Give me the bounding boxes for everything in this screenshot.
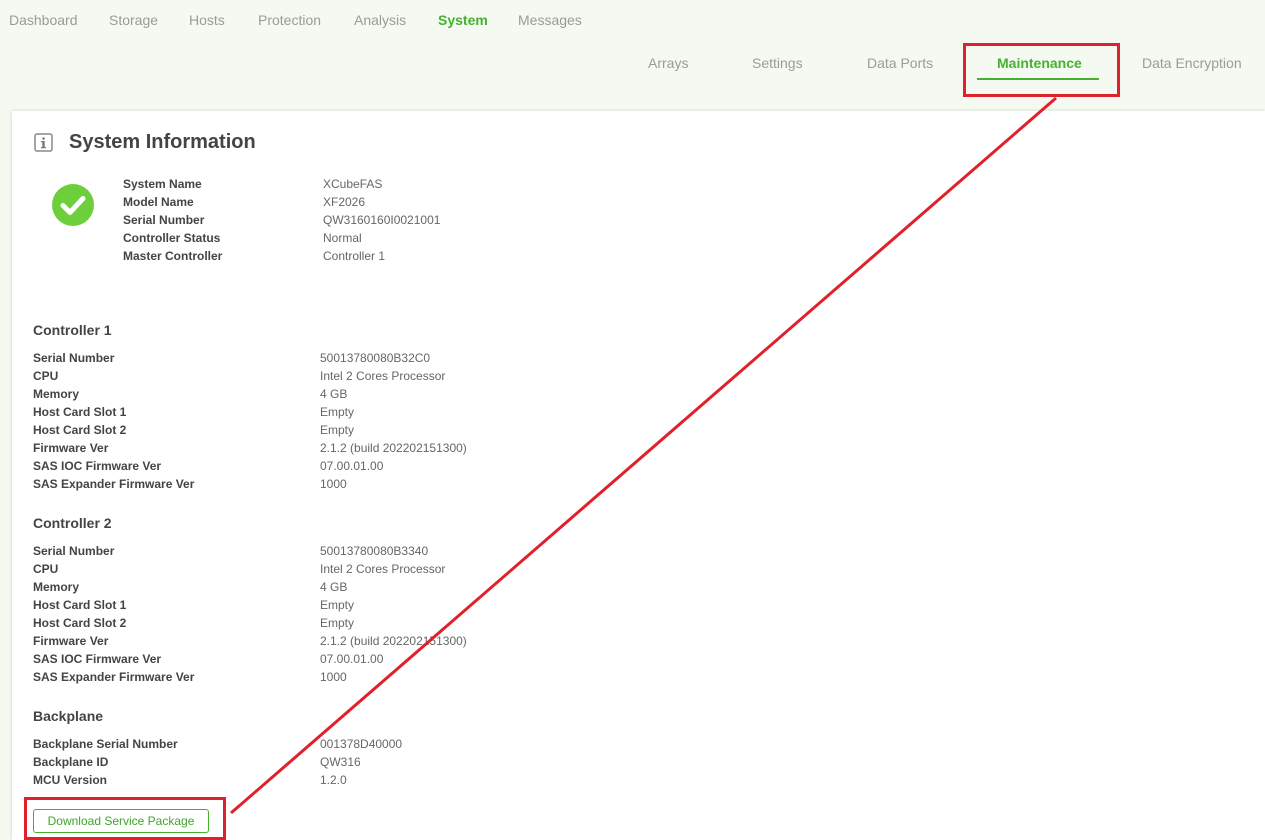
c1-slot1-label: Host Card Slot 1 [33,405,127,419]
c2-firmware-label: Firmware Ver [33,634,109,648]
system-name-value: XCubeFAS [323,177,383,191]
backplane-id-value: QW316 [320,755,361,769]
serial-number-label: Serial Number [123,213,205,227]
mcu-version-label: MCU Version [33,773,108,787]
page: Dashboard Storage Hosts Protection Analy… [0,0,1265,840]
tab-arrays[interactable]: Arrays [648,55,688,71]
c2-sas-expander-value: 1000 [320,670,347,684]
c1-firmware-value: 2.1.2 (build 202202151300) [320,441,467,455]
c2-sas-expander-label: SAS Expander Firmware Ver [33,670,195,684]
c1-sas-ioc-label: SAS IOC Firmware Ver [33,459,162,473]
mcu-version-value: 1.2.0 [320,773,347,787]
c1-memory-label: Memory [33,387,80,401]
tab-settings[interactable]: Settings [752,55,803,71]
c1-sas-ioc-value: 07.00.01.00 [320,459,384,473]
model-name-label: Model Name [123,195,194,209]
c2-slot2-label: Host Card Slot 2 [33,616,127,630]
c1-serial-value: 50013780080B32C0 [320,351,431,365]
c2-slot2-value: Empty [320,616,355,630]
c2-slot1-label: Host Card Slot 1 [33,598,127,612]
c1-sas-expander-label: SAS Expander Firmware Ver [33,477,195,491]
c2-sas-ioc-label: SAS IOC Firmware Ver [33,652,162,666]
c1-cpu-value: Intel 2 Cores Processor [320,369,446,383]
c1-cpu-label: CPU [33,369,59,383]
c1-slot2-label: Host Card Slot 2 [33,423,127,437]
c1-slot2-value: Empty [320,423,355,437]
nav-storage[interactable]: Storage [109,12,158,28]
c2-firmware-value: 2.1.2 (build 202202151300) [320,634,467,648]
nav-hosts[interactable]: Hosts [189,12,225,28]
controller2-title: Controller 2 [33,515,112,531]
backplane-id-label: Backplane ID [33,755,109,769]
check-circle-icon [52,184,94,226]
controller-status-value: Normal [323,231,362,245]
c1-sas-expander-value: 1000 [320,477,347,491]
c1-firmware-label: Firmware Ver [33,441,109,455]
nav-dashboard[interactable]: Dashboard [9,12,78,28]
c1-memory-value: 4 GB [320,387,348,401]
c2-cpu-label: CPU [33,562,59,576]
nav-protection[interactable]: Protection [258,12,321,28]
c2-cpu-value: Intel 2 Cores Processor [320,562,446,576]
model-name-value: XF2026 [323,195,366,209]
backplane-serial-value: 001378D40000 [320,737,403,751]
c2-memory-value: 4 GB [320,580,348,594]
tab-data-ports[interactable]: Data Ports [867,55,933,71]
c2-memory-label: Memory [33,580,80,594]
nav-system[interactable]: System [438,12,488,28]
serial-number-value: QW3160160I0021001 [323,213,441,227]
backplane-serial-label: Backplane Serial Number [33,737,178,751]
system-name-label: System Name [123,177,202,191]
c1-serial-label: Serial Number [33,351,115,365]
c2-sas-ioc-value: 07.00.01.00 [320,652,384,666]
c1-slot1-value: Empty [320,405,355,419]
info-icon [34,133,53,152]
tab-data-encryption[interactable]: Data Encryption [1142,55,1242,71]
nav-messages[interactable]: Messages [518,12,582,28]
master-controller-value: Controller 1 [323,249,386,263]
page-title: System Information [69,131,256,153]
master-controller-label: Master Controller [123,249,223,263]
controller-status-label: Controller Status [123,231,221,245]
backplane-title: Backplane [33,708,104,724]
annotation-box-maintenance [963,43,1120,97]
controller1-title: Controller 1 [33,322,112,338]
nav-analysis[interactable]: Analysis [354,12,406,28]
c2-serial-value: 50013780080B3340 [320,544,429,558]
annotation-box-download [24,797,226,840]
c2-serial-label: Serial Number [33,544,115,558]
c2-slot1-value: Empty [320,598,355,612]
